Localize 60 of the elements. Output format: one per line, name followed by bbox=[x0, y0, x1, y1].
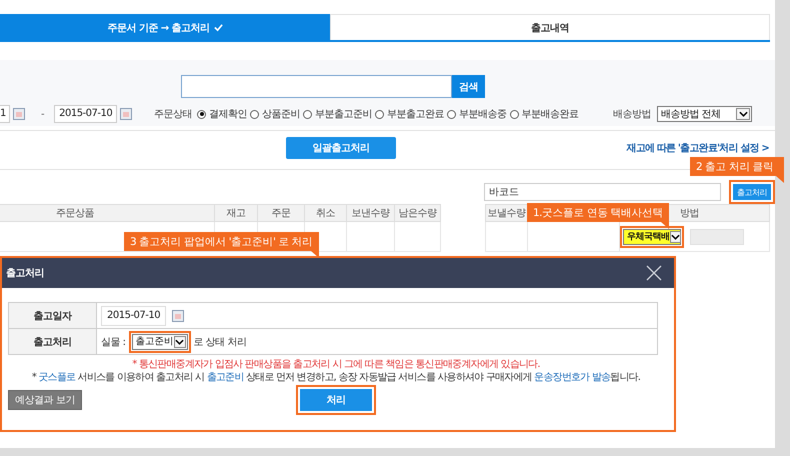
search-button[interactable]: 검색 bbox=[452, 75, 485, 98]
date-separator: - bbox=[41, 108, 44, 120]
column-header: 보낼수량 bbox=[485, 204, 528, 222]
callout: 1.굿스플로 연동 택배사선택 bbox=[527, 203, 670, 222]
note-link[interactable]: 굿스플로 bbox=[38, 372, 76, 383]
radio-button[interactable] bbox=[250, 110, 260, 118]
note-link[interactable]: 운송장번호가 발송 bbox=[534, 372, 610, 383]
tracking-field[interactable] bbox=[690, 228, 744, 244]
settings-link[interactable]: 재고에 따른 '출고완료'처리 설정 > bbox=[626, 141, 769, 155]
callout: 2 출고 처리 클릭 bbox=[690, 157, 784, 176]
warning-text: * 통신판매중계자가 입점사 판매상품을 출고처리 시 그에 따른 책임은 통신판매중계자에게 있습니다. bbox=[131, 358, 541, 371]
date-field[interactable]: 2015-07-10 bbox=[54, 105, 118, 123]
radio-label[interactable]: 부분배송중 bbox=[459, 107, 507, 121]
radio-label[interactable]: 상품준비 bbox=[262, 107, 300, 121]
field-prefix: 실물 : bbox=[101, 336, 126, 348]
note-link[interactable]: 출고준비 bbox=[206, 372, 244, 383]
barcode-field[interactable]: 바코드 bbox=[484, 183, 721, 201]
column-header: 남은수량 bbox=[395, 204, 441, 222]
radio-label[interactable]: 부분출고완료 bbox=[387, 107, 444, 121]
calendar-icon[interactable] bbox=[172, 310, 184, 322]
calendar-icon[interactable] bbox=[120, 108, 132, 120]
form-label: 출고일자 bbox=[9, 303, 97, 329]
table-cell bbox=[347, 222, 395, 252]
tab[interactable]: 출고내역 bbox=[330, 14, 770, 40]
radio-button[interactable] bbox=[510, 110, 519, 118]
radio-button[interactable] bbox=[197, 110, 206, 118]
caret-icon bbox=[174, 336, 186, 348]
shipping-label: 배송방법 bbox=[613, 108, 651, 121]
preview-button[interactable]: 예상결과 보기 bbox=[8, 390, 82, 410]
field-suffix: 로 상태 처리 bbox=[194, 336, 246, 348]
radio-label[interactable]: 결제확인 bbox=[209, 107, 248, 121]
courier-select[interactable]: 우체국택배 bbox=[623, 228, 681, 244]
radio-button[interactable] bbox=[447, 110, 456, 118]
check-icon bbox=[214, 23, 223, 32]
tab[interactable]: 주문서 기준 → 출고처리 bbox=[0, 14, 330, 40]
modal-title: 출고처리 bbox=[6, 267, 44, 280]
date-field[interactable]: 1 bbox=[0, 105, 10, 123]
column-header: 보낸수량 bbox=[347, 204, 395, 222]
caret-icon bbox=[670, 230, 680, 242]
column-header: 주문 bbox=[258, 204, 305, 222]
radio-label[interactable]: 부분출고준비 bbox=[315, 107, 372, 121]
date-field[interactable]: 2015-07-10 bbox=[101, 306, 166, 326]
form-label: 출고처리 bbox=[9, 329, 97, 355]
table-cell bbox=[395, 222, 441, 252]
callout-pointer bbox=[776, 176, 784, 183]
status-select[interactable]: 출고준비 bbox=[132, 334, 188, 350]
shipping-select[interactable]: 배송방법 전체 bbox=[657, 106, 752, 122]
search-field[interactable] bbox=[181, 75, 452, 98]
radio-label[interactable]: 부분배송완료 bbox=[522, 107, 579, 121]
radio-button[interactable] bbox=[303, 110, 312, 118]
column-header: 재고 bbox=[215, 204, 258, 222]
column-header: 주문상품 bbox=[0, 204, 215, 222]
caret-icon bbox=[736, 108, 750, 120]
column-header: 취소 bbox=[305, 204, 347, 222]
status-label: 주문상태 bbox=[154, 108, 192, 121]
callout: 3 출고처리 팝업에서 '출고준비' 로 처리 bbox=[124, 232, 319, 251]
table-cell bbox=[485, 222, 528, 252]
note-text: * 굿스플로 서비스를 이용하여 출고처리 시 출고준비 상태로 먼저 변경하고, 송장 자동발급 서비스를 사용하셔야 구매자에게 운송장번호가 발송됩니다. bbox=[30, 371, 642, 384]
radio-button[interactable] bbox=[375, 110, 384, 118]
close-icon[interactable] bbox=[646, 265, 662, 281]
